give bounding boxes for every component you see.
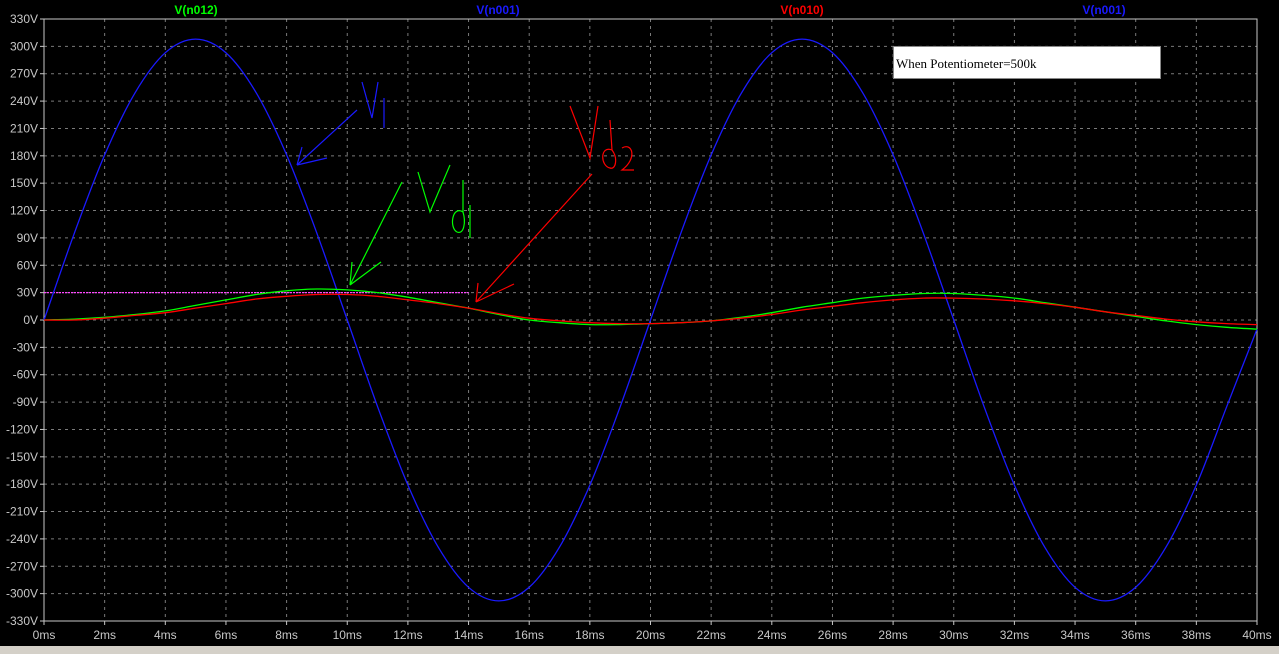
x-tick-label: 26ms	[818, 628, 847, 642]
x-tick-label: 10ms	[333, 628, 362, 642]
y-tick-label: 270V	[10, 67, 38, 81]
x-tick-label: 16ms	[515, 628, 544, 642]
x-tick-label: 6ms	[215, 628, 238, 642]
x-tick-label: 20ms	[636, 628, 665, 642]
legend-item[interactable]: V(n010)	[780, 3, 823, 17]
y-tick-label: -120V	[6, 422, 38, 436]
y-tick-label: -30V	[13, 340, 38, 354]
waveform-plot[interactable]: 330V 300V 270V 240V 210V 180V 150V 120V 90V 60V 30…	[0, 0, 1279, 646]
y-tick-label: 240V	[10, 94, 38, 108]
x-tick-label: 24ms	[757, 628, 786, 642]
x-tick-label: 36ms	[1121, 628, 1150, 642]
y-axis-ticks: 330V 300V 270V 240V 210V 180V 150V 120V 90V 60V 30…	[6, 12, 44, 628]
y-tick-label: -210V	[6, 505, 38, 519]
y-tick-label: -330V	[6, 614, 38, 628]
x-tick-label: 2ms	[93, 628, 116, 642]
legend-item[interactable]: V(n012)	[174, 3, 217, 17]
window-bottom-edge	[0, 646, 1279, 654]
y-tick-label: -60V	[13, 368, 38, 382]
y-tick-label: -240V	[6, 532, 38, 546]
annotation-vd1-glyph	[417, 164, 471, 238]
y-tick-label: 30V	[17, 286, 38, 300]
x-tick-label: 4ms	[154, 628, 177, 642]
x-tick-label: 34ms	[1060, 628, 1089, 642]
annotation-vi	[296, 81, 385, 166]
y-tick-label: 150V	[10, 176, 38, 190]
y-tick-label: 90V	[17, 231, 38, 245]
note-box: When Potentiometer=500k	[893, 46, 1161, 79]
y-tick-label: -180V	[6, 477, 38, 491]
y-tick-label: 60V	[17, 258, 38, 272]
y-tick-label: 0V	[23, 313, 38, 327]
y-tick-label: 210V	[10, 121, 38, 135]
legend-item[interactable]: V(n001)	[1082, 3, 1125, 17]
annotation-vi-arrow	[296, 109, 358, 166]
x-axis-ticks: 0ms 2ms 4ms 6ms 8ms 10ms 12ms 14ms 16ms 18ms 20ms 2…	[33, 621, 1272, 642]
y-tick-label: 180V	[10, 149, 38, 163]
y-tick-label: 300V	[10, 39, 38, 53]
x-tick-label: 8ms	[275, 628, 298, 642]
y-tick-label: -90V	[13, 395, 38, 409]
legend-item[interactable]: V(n001)	[476, 3, 519, 17]
annotation-vd2	[475, 105, 634, 303]
x-tick-label: 30ms	[939, 628, 968, 642]
y-tick-label: -270V	[6, 559, 38, 573]
note-text: When Potentiometer=500k	[896, 56, 1037, 71]
annotation-vd2-glyph	[569, 105, 634, 171]
x-tick-label: 14ms	[454, 628, 483, 642]
y-tick-label: -150V	[6, 450, 38, 464]
legend: V(n012) V(n001) V(n010) V(n001)	[174, 3, 1125, 17]
x-tick-label: 22ms	[696, 628, 725, 642]
y-tick-label: 120V	[10, 204, 38, 218]
x-tick-label: 0ms	[33, 628, 56, 642]
y-tick-label: 330V	[10, 12, 38, 26]
x-tick-label: 12ms	[393, 628, 422, 642]
plot-window: 330V 300V 270V 240V 210V 180V 150V 120V 90V 60V 30…	[0, 0, 1279, 654]
annotation-vi-glyph	[361, 81, 385, 128]
x-tick-label: 32ms	[1000, 628, 1029, 642]
x-tick-label: 40ms	[1242, 628, 1271, 642]
y-tick-label: -300V	[6, 587, 38, 601]
x-tick-label: 38ms	[1182, 628, 1211, 642]
x-tick-label: 28ms	[878, 628, 907, 642]
annotation-vd1-arrow	[349, 181, 403, 286]
x-tick-label: 18ms	[575, 628, 604, 642]
